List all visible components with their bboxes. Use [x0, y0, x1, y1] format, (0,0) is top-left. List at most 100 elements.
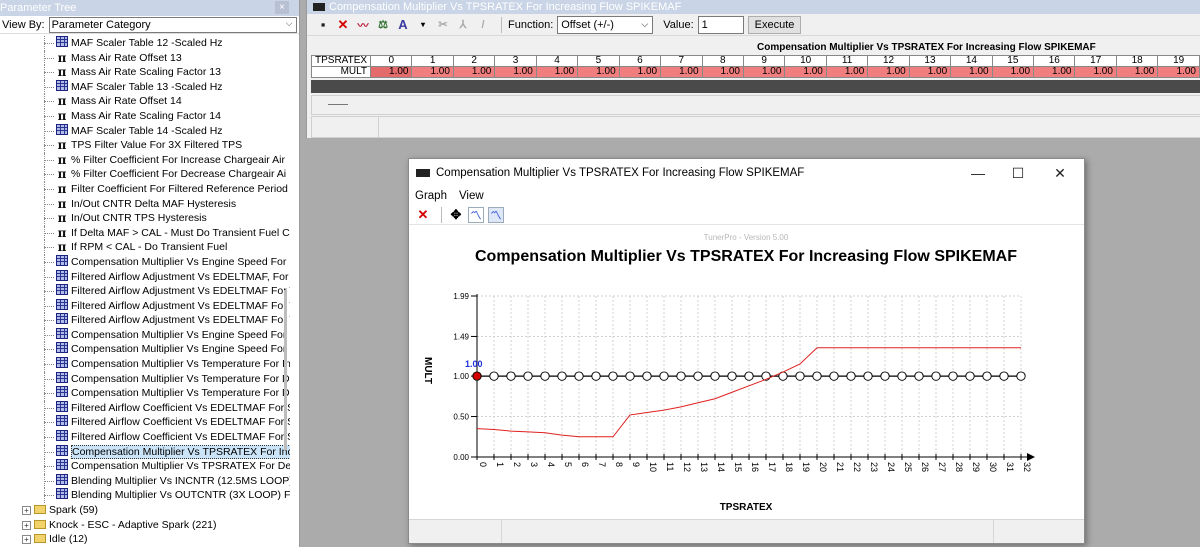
- grid-cell[interactable]: 1.00: [494, 66, 537, 78]
- tree-item[interactable]: MAF Scaler Table 13 -Scaled Hz: [0, 79, 290, 95]
- tree-item[interactable]: π Filter Coefficient For Filtered Referen…: [0, 181, 290, 197]
- value-input[interactable]: 1: [697, 15, 744, 34]
- grid-cell[interactable]: 1.00: [660, 66, 703, 78]
- expand-icon[interactable]: +: [22, 506, 31, 515]
- tree-item[interactable]: π % Filter Coefficient For Increase Charg…: [0, 152, 290, 168]
- tree-connector: [44, 422, 54, 424]
- tree-item[interactable]: Compensation Multiplier Vs Temperature F…: [0, 386, 290, 401]
- compare-icon[interactable]: ⚖: [375, 17, 391, 33]
- data-point: [642, 371, 652, 381]
- grid-cell[interactable]: 1.00: [784, 66, 827, 78]
- tree-folder[interactable]: + Spark (59): [0, 503, 290, 518]
- grid-cell[interactable]: 1.00: [370, 66, 413, 78]
- data-point: [506, 371, 516, 381]
- close-icon[interactable]: ✕: [335, 17, 351, 33]
- tree-item[interactable]: π % Filter Coefficient For Decrease Charg…: [0, 167, 290, 182]
- tree-item-label: % Filter Coefficient For Increase Charge…: [71, 153, 285, 166]
- save-icon[interactable]: ▪: [315, 17, 331, 33]
- tree-item[interactable]: π Mass Air Rate Scaling Factor 14: [0, 108, 290, 124]
- grid-cell[interactable]: 1.00: [1074, 66, 1117, 78]
- tree-item[interactable]: π Mass Air Rate Scaling Factor 13: [0, 65, 290, 80]
- graph-window-titlebar: Compensation Multiplier Vs TPSRATEX For …: [409, 159, 1084, 187]
- interpolate-icon[interactable]: ⅄: [455, 17, 471, 33]
- function-select[interactable]: Offset (+/-) ⌵: [557, 15, 654, 34]
- grid-cell[interactable]: 1.00: [577, 66, 620, 78]
- execute-button[interactable]: Execute: [747, 15, 802, 34]
- grid-cell[interactable]: 1.00: [991, 66, 1035, 78]
- grid-cell[interactable]: 1.00: [1115, 66, 1159, 78]
- tree-item[interactable]: π Mass Air Rate Offset 14: [0, 94, 290, 109]
- tree-item[interactable]: Filtered Airflow Coefficient Vs EDELTMAF…: [0, 415, 290, 431]
- tree-item[interactable]: π Mass Air Rate Offset 13: [0, 50, 290, 66]
- view-by-select[interactable]: Parameter Category ⌵: [48, 16, 297, 33]
- expand-icon[interactable]: +: [22, 520, 31, 530]
- trace-icon[interactable]: 〽: [468, 206, 484, 223]
- menu-graph[interactable]: Graph: [415, 190, 447, 202]
- tree-connector: [44, 174, 54, 176]
- tree-item-label: Compensation Multiplier Vs TPSRATEX For …: [71, 444, 290, 459]
- close-icon[interactable]: ×: [275, 1, 289, 14]
- grid-column-header: 10: [784, 55, 827, 67]
- tree-scrollbar-thumb[interactable]: [284, 290, 287, 450]
- data-point: [880, 371, 890, 381]
- expand-icon[interactable]: +: [22, 535, 31, 545]
- grid-cell[interactable]: 1.00: [452, 66, 496, 78]
- tree-item[interactable]: Blending Multiplier Vs OUTCNTR (3X LOOP)…: [0, 488, 290, 503]
- tree-item[interactable]: Filtered Airflow Adjustment Vs EDELTMAF …: [0, 284, 290, 299]
- table-icon: [56, 415, 68, 427]
- tree-item[interactable]: Compensation Multiplier Vs Temperature F…: [0, 371, 290, 387]
- graph-icon[interactable]: 〰: [355, 17, 371, 33]
- compare-trace-icon[interactable]: 〽: [488, 206, 504, 223]
- table-footer-bar: [311, 116, 1200, 138]
- tree-item[interactable]: Compensation Multiplier Vs Engine Speed …: [0, 254, 290, 270]
- tree-item[interactable]: Filtered Airflow Coefficient Vs EDELTMAF…: [0, 430, 290, 445]
- tree-item[interactable]: Filtered Airflow Coefficient Vs EDELTMAF…: [0, 400, 290, 416]
- tree-item[interactable]: π In/Out CNTR TPS Hysteresis: [0, 211, 290, 226]
- grid-cell[interactable]: 1.00: [618, 66, 662, 78]
- close-button[interactable]: ✕: [1040, 163, 1080, 183]
- tree-folder[interactable]: + Knock - ESC - Adaptive Spark (221): [0, 518, 290, 533]
- grid-cell[interactable]: 1.00: [742, 66, 786, 78]
- table-icon: [56, 473, 68, 485]
- tree-item[interactable]: MAF Scaler Table 12 -Scaled Hz: [0, 36, 290, 51]
- grid-cell[interactable]: 1.00: [867, 66, 910, 78]
- grid-cell[interactable]: 1.00: [825, 66, 869, 78]
- tree-item-label: Filtered Airflow Coefficient Vs EDELTMAF…: [71, 431, 290, 444]
- chevron-down-icon[interactable]: ▾: [415, 17, 431, 33]
- x-tick-label: 6: [580, 462, 590, 467]
- tree-item[interactable]: Compensation Multiplier Vs Engine Speed …: [0, 342, 290, 358]
- tree-item[interactable]: π If RPM < CAL - Do Transient Fuel: [0, 240, 290, 255]
- grid-cell[interactable]: 1.00: [411, 66, 454, 78]
- move-icon[interactable]: ✥: [448, 207, 464, 223]
- cut-icon[interactable]: ✂: [435, 17, 451, 33]
- tree-item[interactable]: π If Delta MAF > CAL - Must Do Transient …: [0, 225, 290, 241]
- tree-item[interactable]: Filtered Airflow Adjustment Vs EDELTMAF …: [0, 298, 290, 314]
- tree-item[interactable]: Compensation Multiplier Vs Temperature F…: [0, 357, 290, 372]
- tree-item[interactable]: π TPS Filter Value For 3X Filtered TPS: [0, 138, 290, 153]
- grid-cell[interactable]: 1.00: [908, 66, 952, 78]
- tree-item-label: MAF Scaler Table 13 -Scaled Hz: [71, 80, 223, 93]
- maximize-button[interactable]: ☐: [998, 163, 1038, 183]
- grid-cell[interactable]: 1.00: [535, 66, 579, 78]
- tree-item[interactable]: π In/Out CNTR Delta MAF Hysteresis: [0, 196, 290, 212]
- grid-column-header: 1: [411, 55, 454, 67]
- tree-item[interactable]: Filtered Airflow Adjustment Vs EDELTMAF,…: [0, 269, 290, 285]
- grid-cell[interactable]: 1.00: [1033, 66, 1076, 78]
- close-icon[interactable]: ✕: [415, 207, 431, 223]
- grid-cell[interactable]: 1.00: [1157, 66, 1200, 78]
- tree-item[interactable]: Compensation Multiplier Vs TPSRATEX For …: [0, 444, 290, 460]
- minimize-button[interactable]: —: [958, 163, 998, 183]
- table-icon: [56, 444, 68, 456]
- tree-item[interactable]: Blending Multiplier Vs INCNTR (12.5MS LO…: [0, 473, 290, 489]
- tree-folder[interactable]: + Idle (12): [0, 532, 290, 547]
- tree-item[interactable]: Filtered Airflow Adjustment Vs EDELTMAF …: [0, 313, 290, 328]
- tree-item-label: Compensation Multiplier Vs Engine Speed …: [71, 343, 290, 356]
- color-scale-icon[interactable]: A: [395, 17, 411, 33]
- grid-cell[interactable]: 1.00: [950, 66, 993, 78]
- grid-cell[interactable]: 1.00: [701, 66, 744, 78]
- tree-item[interactable]: MAF Scaler Table 14 -Scaled Hz: [0, 123, 290, 139]
- window-icon: [313, 3, 325, 11]
- tree-item[interactable]: Compensation Multiplier Vs TPSRATEX For …: [0, 459, 290, 474]
- tree-item[interactable]: Compensation Multiplier Vs Engine Speed …: [0, 327, 290, 343]
- menu-view[interactable]: View: [459, 190, 484, 202]
